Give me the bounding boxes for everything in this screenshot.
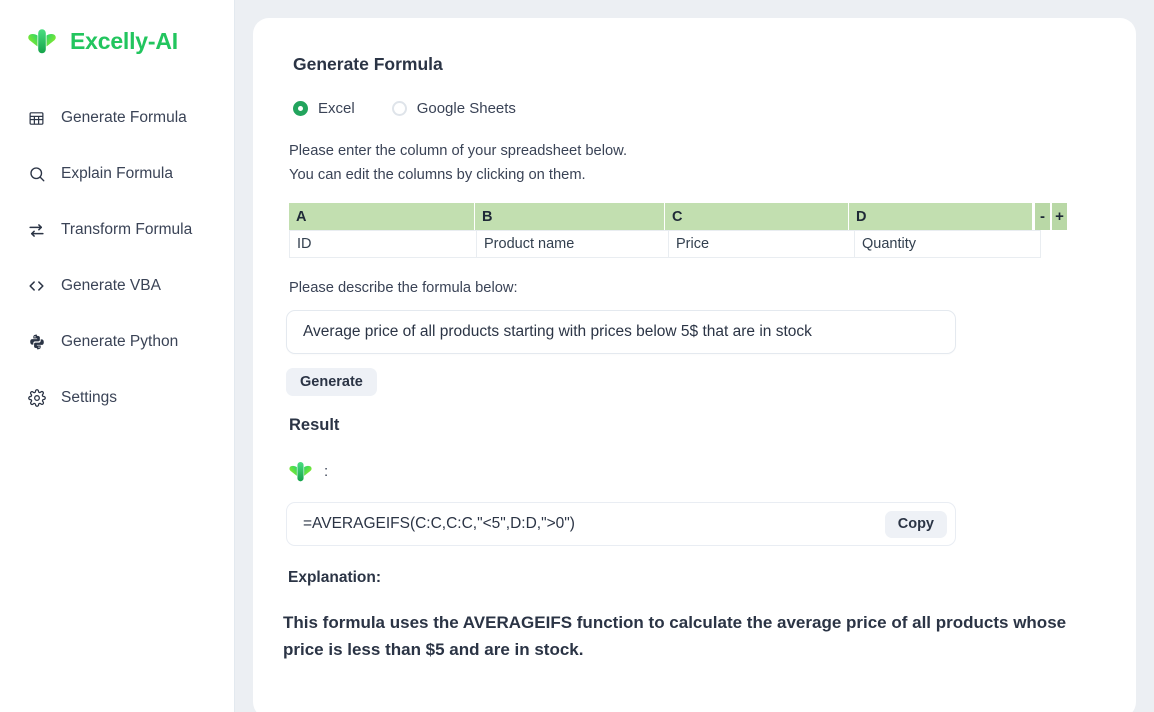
page-title: Generate Formula	[293, 54, 1110, 75]
column-header-b[interactable]: B	[475, 203, 665, 230]
radio-google-sheets-label[interactable]: Google Sheets	[417, 100, 516, 117]
sidebar-nav: Generate Formula Explain Formula	[0, 98, 234, 418]
sheet-hint-line2: You can edit the columns by clicking on …	[289, 167, 586, 183]
sidebar-item-label: Settings	[61, 389, 117, 407]
sidebar: Excelly-AI Generate Formula	[0, 0, 235, 712]
excelly-leaf-logo-icon	[24, 23, 60, 59]
sheet-hint: Please enter the column of your spreadsh…	[289, 139, 1110, 187]
sheet-hint-line1: Please enter the column of your spreadsh…	[289, 143, 627, 159]
spreadsheet-header-row: A B C D - +	[289, 203, 1067, 230]
spreadsheet-preview: A B C D - + ID Product name Price Quanti…	[289, 203, 1067, 258]
gear-icon	[27, 389, 46, 408]
excelly-leaf-logo-svg-small	[286, 457, 315, 486]
brand[interactable]: Excelly-AI	[0, 18, 234, 64]
excelly-leaf-logo-svg	[24, 23, 60, 59]
sidebar-item-settings[interactable]: Settings	[0, 378, 234, 418]
sidebar-item-label: Generate VBA	[61, 277, 161, 295]
code-brackets-icon	[27, 277, 46, 296]
sidebar-item-explain-formula[interactable]: Explain Formula	[0, 154, 234, 194]
search-icon	[27, 165, 46, 184]
sidebar-item-generate-python[interactable]: Generate Python	[0, 322, 234, 362]
column-value-a[interactable]: ID	[289, 230, 477, 258]
remove-column-button[interactable]: -	[1035, 203, 1050, 230]
main-content-area: Generate Formula Excel Google Sheets Ple…	[235, 0, 1154, 712]
generate-button[interactable]: Generate	[286, 368, 377, 396]
table-grid-icon	[27, 109, 46, 128]
transform-arrows-icon	[27, 221, 46, 240]
formula-result-box: =AVERAGEIFS(C:C,C:C,"<5",D:D,">0") Copy	[286, 502, 956, 546]
radio-excel[interactable]	[293, 101, 308, 116]
generate-formula-card: Generate Formula Excel Google Sheets Ple…	[253, 18, 1136, 712]
radio-excel-label[interactable]: Excel	[318, 100, 355, 117]
sidebar-item-label: Generate Python	[61, 333, 178, 351]
app-root: Excelly-AI Generate Formula	[0, 0, 1154, 712]
sidebar-item-label: Explain Formula	[61, 165, 173, 183]
result-colon: :	[324, 463, 328, 480]
explanation-heading: Explanation:	[288, 569, 1110, 587]
formula-result-text[interactable]: =AVERAGEIFS(C:C,C:C,"<5",D:D,">0")	[303, 515, 575, 533]
add-column-button[interactable]: +	[1052, 203, 1067, 230]
radio-google-sheets[interactable]	[392, 101, 407, 116]
spreadsheet-value-row: ID Product name Price Quantity	[289, 230, 1067, 258]
describe-label: Please describe the formula below:	[289, 280, 1110, 296]
platform-radio-group: Excel Google Sheets	[293, 100, 1110, 117]
formula-description-input[interactable]: Average price of all products starting w…	[286, 310, 956, 354]
column-header-c[interactable]: C	[665, 203, 849, 230]
column-header-d[interactable]: D	[849, 203, 1033, 230]
sidebar-item-generate-formula[interactable]: Generate Formula	[0, 98, 234, 138]
column-value-b[interactable]: Product name	[477, 230, 669, 258]
sidebar-item-transform-formula[interactable]: Transform Formula	[0, 210, 234, 250]
brand-name: Excelly-AI	[70, 28, 178, 55]
result-heading: Result	[289, 416, 1110, 435]
column-header-a[interactable]: A	[289, 203, 475, 230]
excelly-leaf-logo-icon	[286, 457, 315, 486]
result-bot-row: :	[286, 457, 1110, 486]
sidebar-item-label: Generate Formula	[61, 109, 187, 127]
sidebar-item-generate-vba[interactable]: Generate VBA	[0, 266, 234, 306]
explanation-text: This formula uses the AVERAGEIFS functio…	[283, 609, 1073, 663]
column-value-d[interactable]: Quantity	[855, 230, 1041, 258]
column-value-c[interactable]: Price	[669, 230, 855, 258]
python-icon	[27, 333, 46, 352]
sidebar-item-label: Transform Formula	[61, 221, 192, 239]
copy-button[interactable]: Copy	[885, 511, 947, 538]
